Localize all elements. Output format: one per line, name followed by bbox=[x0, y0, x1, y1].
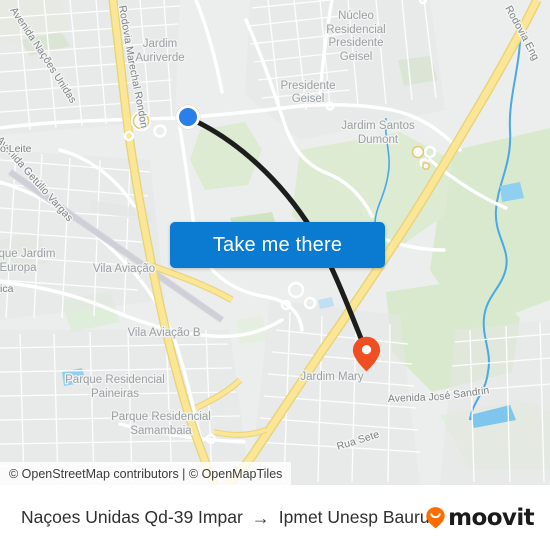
place-label: Vila Aviação bbox=[93, 263, 155, 275]
place-label: Dumont bbox=[358, 134, 399, 146]
attribution-text: © OpenStreetMap contributors | © OpenMap… bbox=[9, 466, 283, 481]
destination-pin[interactable] bbox=[352, 336, 381, 372]
place-label: Auriverde bbox=[135, 52, 184, 64]
map-attribution: © OpenStreetMap contributors | © OpenMap… bbox=[0, 462, 292, 485]
place-label: Vila Aviação B bbox=[127, 327, 200, 339]
place-label: Parque Residencial bbox=[111, 411, 211, 423]
moovit-pin-icon bbox=[426, 507, 445, 529]
place-label: Parque Residencial bbox=[65, 374, 165, 386]
map-pin-icon bbox=[352, 336, 381, 372]
place-label: Paineiras bbox=[91, 388, 139, 400]
destination-label: Ipmet Unesp Bauru bbox=[278, 507, 430, 527]
place-label: Jardim Mary bbox=[300, 371, 364, 383]
arrow-right-icon: → bbox=[251, 507, 270, 528]
place-label: Europa bbox=[0, 262, 37, 274]
map-canvas[interactable]: Avenida Nações Unidas Rodovia Marechal R… bbox=[0, 0, 550, 485]
place-label: Residencial bbox=[326, 24, 385, 36]
place-label: Núcleo bbox=[338, 10, 374, 22]
moovit-logo[interactable]: moovit bbox=[424, 504, 535, 531]
origin-label: Naçoes Unidas Qd-39 Impar bbox=[21, 507, 243, 527]
place-label: Geisel bbox=[340, 51, 373, 63]
place-label: Geisel bbox=[292, 93, 325, 105]
place-label: Presidente bbox=[281, 80, 336, 92]
origin-dot[interactable] bbox=[176, 105, 200, 129]
street-label-ica: ica bbox=[0, 283, 14, 295]
footer-bar: Naçoes Unidas Qd-39 Impar → Ipmet Unesp … bbox=[0, 485, 550, 550]
route-summary: Naçoes Unidas Qd-39 Impar → Ipmet Unesp … bbox=[21, 507, 430, 528]
place-label: Jardim bbox=[143, 38, 178, 50]
place-label: Jardim Santos bbox=[341, 120, 415, 132]
take-me-there-button[interactable]: Take me there bbox=[170, 222, 385, 268]
street-label-leite: o Leite bbox=[0, 143, 32, 155]
place-label: Presidente bbox=[329, 37, 384, 49]
place-label: Samambaia bbox=[130, 425, 192, 437]
moovit-wordmark: moovit bbox=[448, 504, 534, 531]
place-label: Parque Jardim bbox=[0, 248, 55, 260]
